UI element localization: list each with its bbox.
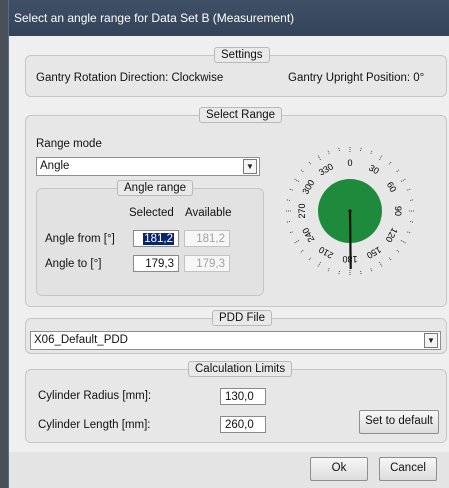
dial-tick	[289, 188, 293, 191]
select-range-legend: Select Range	[199, 107, 283, 123]
dial-label-60: 60	[385, 180, 399, 194]
dial-center	[348, 209, 352, 213]
dial-tick	[286, 199, 290, 201]
upright-position-label: Gantry Upright Position: 0°	[288, 72, 425, 84]
dial-tick	[370, 268, 373, 272]
dial-tick	[317, 155, 321, 161]
dial-tick	[379, 155, 383, 161]
dialog-footer: Ok Cancel	[9, 452, 449, 488]
rotation-direction-label: Gantry Rotation Direction: Clockwise	[36, 72, 224, 84]
available-column-header: Available	[185, 207, 232, 219]
angle-to-label: Angle to [°]	[45, 258, 102, 270]
angle-range-legend: Angle range	[117, 180, 194, 196]
dial-label-120: 120	[383, 226, 399, 244]
dial-needle[interactable]	[348, 210, 352, 270]
dial-tick	[360, 271, 362, 275]
dial-tick	[407, 231, 411, 234]
calculation-limits-group: Calculation Limits Cylinder Radius [mm]:…	[25, 361, 447, 443]
settings-legend: Settings	[214, 47, 270, 63]
window-title: Select an angle range for Data Set B (Me…	[14, 11, 295, 25]
dial-tick	[379, 261, 383, 267]
cancel-button[interactable]: Cancel	[379, 457, 437, 481]
dial-tick	[327, 268, 330, 272]
dial-label-300: 300	[300, 178, 316, 196]
dial-label-240: 240	[300, 226, 316, 244]
cylinder-length-input[interactable]: 260,0	[220, 416, 266, 433]
range-mode-select[interactable]: Angle ▼	[36, 157, 260, 176]
angle-to-available-field: 179,3	[184, 255, 230, 272]
dial-label-270: 270	[297, 203, 307, 218]
dial-tick	[396, 169, 400, 173]
angle-range-group: Angle range Selected Available Angle fro…	[36, 180, 264, 296]
dial-tick	[300, 249, 304, 253]
pdd-file-select[interactable]: X06_Default_PDD ▼	[30, 331, 441, 350]
dial-tick	[407, 188, 411, 191]
title-bar[interactable]: Select an angle range for Data Set B (Me…	[9, 0, 449, 36]
dial-label-0: 0	[347, 158, 352, 168]
dial-label-210: 210	[317, 244, 335, 260]
cylinder-length-label: Cylinder Length [mm]:	[38, 419, 151, 431]
dial-tick	[338, 147, 340, 151]
dial-tick	[410, 199, 414, 201]
dial-tick	[308, 257, 312, 261]
chevron-down-icon[interactable]: ▼	[243, 159, 257, 174]
angle-dial[interactable]: 0306090120150180210240270300330	[280, 141, 420, 281]
settings-group: Settings Gantry Rotation Direction: Cloc…	[25, 47, 447, 97]
dial-tick	[388, 161, 392, 165]
pdd-file-value: X06_Default_PDD	[34, 334, 128, 346]
dial-tick	[400, 240, 406, 244]
dial-tick	[317, 261, 321, 267]
chevron-down-icon[interactable]: ▼	[424, 333, 438, 348]
range-mode-label: Range mode	[36, 138, 102, 150]
ok-button[interactable]: Ok	[310, 457, 368, 481]
selected-column-header: Selected	[129, 207, 174, 219]
set-to-default-button[interactable]: Set to default	[359, 410, 439, 434]
angle-to-selected-input[interactable]: 179,3	[133, 255, 179, 272]
dial-tick	[308, 161, 312, 165]
calculation-limits-legend: Calculation Limits	[188, 361, 293, 377]
dial-tick	[370, 150, 373, 154]
dial-tick	[360, 147, 362, 151]
dial-tick	[294, 178, 300, 182]
dial-tick	[410, 221, 414, 223]
angle-from-available-field: 181,2	[184, 230, 230, 247]
dial-tick	[396, 249, 400, 253]
dial-tick	[338, 271, 340, 275]
pdd-file-legend: PDD File	[212, 310, 273, 326]
range-mode-value: Angle	[40, 160, 70, 172]
dial-tick	[294, 240, 300, 244]
dial-tick	[327, 150, 330, 154]
pdd-file-group: PDD File X06_Default_PDD ▼	[25, 310, 447, 354]
dial-label-330: 330	[317, 161, 335, 177]
dial-tick	[400, 178, 406, 182]
angle-from-label: Angle from [°]	[45, 233, 115, 245]
dial-label-150: 150	[365, 244, 383, 260]
select-range-group: Select Range Range mode Angle ▼ Angle ra…	[25, 107, 447, 307]
angle-range-dialog: Select an angle range for Data Set B (Me…	[8, 0, 449, 488]
dial-tick	[289, 231, 293, 234]
dial-tick	[286, 221, 290, 223]
dial-tick	[388, 257, 392, 261]
dial-tick	[300, 169, 304, 173]
cylinder-radius-label: Cylinder Radius [mm]:	[38, 390, 152, 402]
dial-label-90: 90	[393, 206, 403, 216]
angle-from-selected-input[interactable]: 181,2	[133, 230, 179, 247]
dial-label-30: 30	[367, 163, 381, 177]
cylinder-radius-input[interactable]: 130,0	[220, 388, 266, 405]
